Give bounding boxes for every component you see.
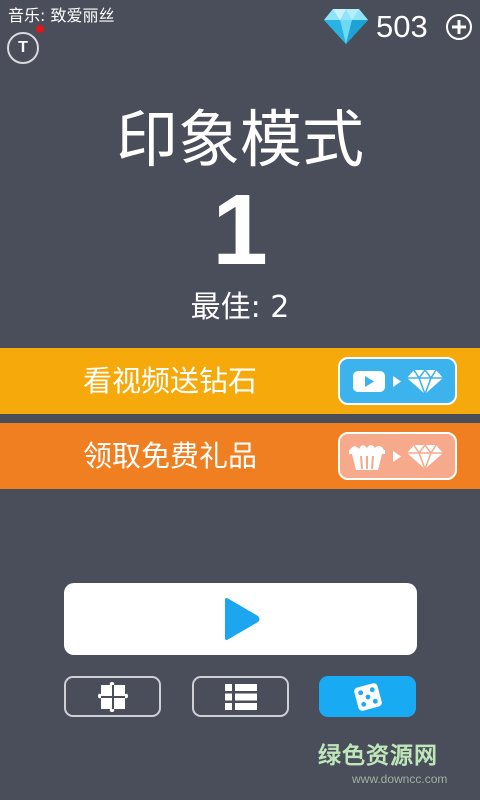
free-gift-banner[interactable]: 领取免费礼品 [0, 423, 480, 489]
arrow-right-icon [393, 451, 401, 462]
watermark-cn: 绿色资源网 [318, 743, 438, 769]
video-play-icon [353, 371, 385, 392]
text-toggle-button[interactable]: T [7, 32, 39, 64]
watch-video-banner[interactable]: 看视频送钻石 [0, 348, 480, 414]
arrow-right-icon [393, 376, 401, 387]
diamond-icon [407, 443, 443, 472]
free-gift-button[interactable] [338, 432, 457, 480]
list-icon [224, 683, 257, 710]
list-mode-button[interactable] [192, 676, 289, 717]
play-icon [221, 597, 261, 641]
level-number: 1 [212, 174, 268, 286]
puzzle-icon [97, 681, 128, 712]
best-score: 最佳: 2 [190, 290, 290, 325]
mode-title: 印象模式 [115, 103, 364, 176]
watch-video-label: 看视频送钻石 [82, 364, 257, 398]
gem-count: 503 [376, 9, 428, 44]
diamond-icon [323, 7, 369, 45]
puzzle-mode-button[interactable] [64, 676, 161, 717]
watermark-url: www.downcc.com [352, 772, 448, 786]
watch-video-button[interactable] [338, 357, 457, 405]
plus-circle-icon[interactable] [446, 14, 472, 40]
notification-dot [36, 25, 44, 33]
random-mode-button[interactable] [319, 676, 416, 717]
free-gift-label: 领取免费礼品 [82, 439, 257, 473]
diamond-icon [407, 368, 443, 397]
dice-icon [353, 682, 382, 711]
music-label[interactable]: 音乐: 致爱丽丝 [8, 6, 114, 26]
gift-box-icon [349, 445, 385, 470]
